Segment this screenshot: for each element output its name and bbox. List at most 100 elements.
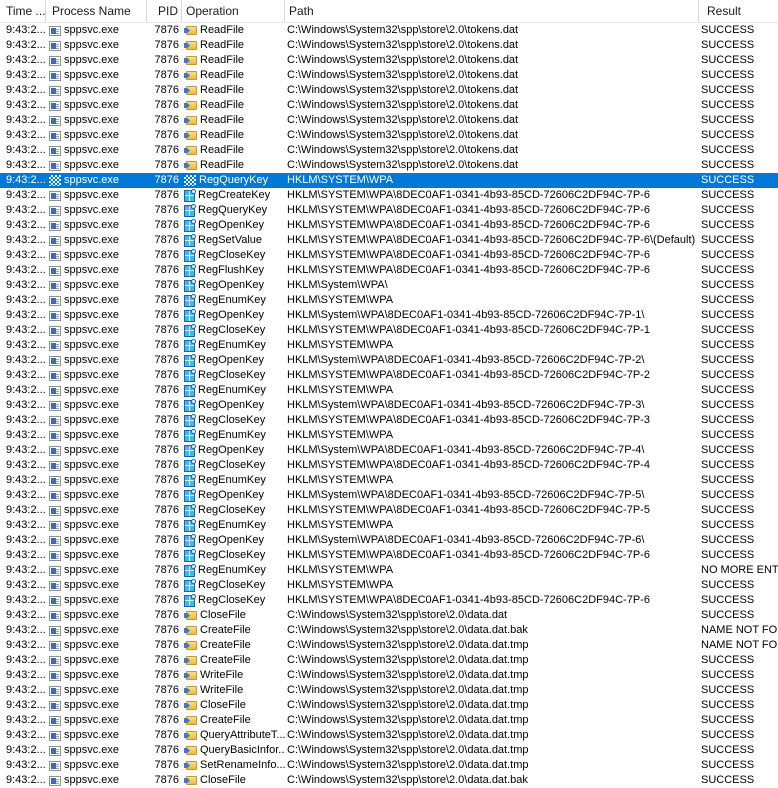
event-row[interactable]: 9:43:2... sppsvc.exe 7876 WriteFile C:\W… xyxy=(0,668,778,683)
event-row[interactable]: 9:43:2... sppsvc.exe 7876 RegOpenKey HKL… xyxy=(0,308,778,323)
event-row[interactable]: 9:43:2... sppsvc.exe 7876 CreateFile C:\… xyxy=(0,623,778,638)
event-row[interactable]: 9:43:2... sppsvc.exe 7876 ReadFile C:\Wi… xyxy=(0,158,778,173)
operation-cell: RegCloseKey xyxy=(182,503,285,518)
event-row[interactable]: 9:43:2... sppsvc.exe 7876 CloseFile C:\W… xyxy=(0,608,778,623)
event-row[interactable]: 9:43:2... sppsvc.exe 7876 RegCloseKey HK… xyxy=(0,323,778,338)
column-header-pid[interactable]: PID xyxy=(147,0,182,22)
event-row[interactable]: 9:43:2... sppsvc.exe 7876 RegFlushKey HK… xyxy=(0,263,778,278)
event-row[interactable]: 9:43:2... sppsvc.exe 7876 CloseFile C:\W… xyxy=(0,698,778,713)
event-row[interactable]: 9:43:2... sppsvc.exe 7876 RegOpenKey HKL… xyxy=(0,533,778,548)
event-row[interactable]: 9:43:2... sppsvc.exe 7876 RegCloseKey HK… xyxy=(0,593,778,608)
event-row[interactable]: 9:43:2... sppsvc.exe 7876 RegCloseKey HK… xyxy=(0,368,778,383)
event-row[interactable]: 9:43:2... sppsvc.exe 7876 RegCloseKey HK… xyxy=(0,458,778,473)
event-row[interactable]: 9:43:2... sppsvc.exe 7876 RegEnumKey HKL… xyxy=(0,338,778,353)
event-row[interactable]: 9:43:2... sppsvc.exe 7876 RegOpenKey HKL… xyxy=(0,353,778,368)
process-cell: sppsvc.exe xyxy=(46,638,147,653)
registry-operation-icon xyxy=(184,325,195,337)
operation-cell: SetRenameInfo... xyxy=(182,758,285,773)
event-row[interactable]: 9:43:2... sppsvc.exe 7876 RegCreateKey H… xyxy=(0,188,778,203)
process-cell: sppsvc.exe xyxy=(46,98,147,113)
event-row[interactable]: 9:43:2... sppsvc.exe 7876 RegCloseKey HK… xyxy=(0,413,778,428)
registry-operation-icon xyxy=(184,490,195,502)
event-row[interactable]: 9:43:2... sppsvc.exe 7876 RegQueryKey HK… xyxy=(0,203,778,218)
event-row[interactable]: 9:43:2... sppsvc.exe 7876 ReadFile C:\Wi… xyxy=(0,53,778,68)
column-header-process-name[interactable]: Process Name xyxy=(46,0,147,22)
process-cell: sppsvc.exe xyxy=(46,218,147,233)
column-header-result[interactable]: Result xyxy=(699,0,778,22)
pid-cell: 7876 xyxy=(147,338,182,353)
operation-name: RegOpenKey xyxy=(198,398,264,413)
event-row[interactable]: 9:43:2... sppsvc.exe 7876 ReadFile C:\Wi… xyxy=(0,68,778,83)
process-icon xyxy=(49,581,61,591)
result-cell: SUCCESS xyxy=(699,128,778,143)
pid-cell: 7876 xyxy=(147,593,182,608)
event-row[interactable]: 9:43:2... sppsvc.exe 7876 RegEnumKey HKL… xyxy=(0,428,778,443)
event-row[interactable]: 9:43:2... sppsvc.exe 7876 RegEnumKey HKL… xyxy=(0,293,778,308)
path-cell: HKLM\SYSTEM\WPA\8DEC0AF1-0341-4b93-85CD-… xyxy=(285,458,699,473)
operation-cell: RegEnumKey xyxy=(182,428,285,443)
column-header-time[interactable]: Time ... xyxy=(0,0,46,22)
result-cell: SUCCESS xyxy=(699,578,778,593)
process-cell: sppsvc.exe xyxy=(46,728,147,743)
path-cell: C:\Windows\System32\spp\store\2.0\tokens… xyxy=(285,128,699,143)
event-row[interactable]: 9:43:2... sppsvc.exe 7876 WriteFile C:\W… xyxy=(0,683,778,698)
process-icon xyxy=(49,476,61,486)
event-row[interactable]: 9:43:2... sppsvc.exe 7876 ReadFile C:\Wi… xyxy=(0,128,778,143)
event-row[interactable]: 9:43:2... sppsvc.exe 7876 QueryBasicInfo… xyxy=(0,743,778,758)
event-row[interactable]: 9:43:2... sppsvc.exe 7876 CloseFile C:\W… xyxy=(0,773,778,788)
pid-cell: 7876 xyxy=(147,668,182,683)
event-row[interactable]: 9:43:2... sppsvc.exe 7876 RegSetValue HK… xyxy=(0,233,778,248)
process-name: sppsvc.exe xyxy=(64,563,119,578)
event-row[interactable]: 9:43:2... sppsvc.exe 7876 RegQueryKey HK… xyxy=(0,173,778,188)
pid-cell: 7876 xyxy=(147,293,182,308)
operation-name: RegEnumKey xyxy=(198,563,266,578)
result-cell: SUCCESS xyxy=(699,503,778,518)
event-row[interactable]: 9:43:2... sppsvc.exe 7876 RegOpenKey HKL… xyxy=(0,398,778,413)
registry-operation-icon xyxy=(184,415,195,427)
time-cell: 9:43:2... xyxy=(0,623,46,638)
event-row[interactable]: 9:43:2... sppsvc.exe 7876 RegCloseKey HK… xyxy=(0,548,778,563)
event-row[interactable]: 9:43:2... sppsvc.exe 7876 SetRenameInfo.… xyxy=(0,758,778,773)
event-row[interactable]: 9:43:2... sppsvc.exe 7876 RegOpenKey HKL… xyxy=(0,443,778,458)
result-cell: SUCCESS xyxy=(699,683,778,698)
event-row[interactable]: 9:43:2... sppsvc.exe 7876 ReadFile C:\Wi… xyxy=(0,143,778,158)
event-row[interactable]: 9:43:2... sppsvc.exe 7876 RegEnumKey HKL… xyxy=(0,518,778,533)
process-cell: sppsvc.exe xyxy=(46,68,147,83)
event-row[interactable]: 9:43:2... sppsvc.exe 7876 RegOpenKey HKL… xyxy=(0,218,778,233)
event-row[interactable]: 9:43:2... sppsvc.exe 7876 RegCloseKey HK… xyxy=(0,248,778,263)
column-header-operation[interactable]: Operation xyxy=(182,0,285,22)
event-row[interactable]: 9:43:2... sppsvc.exe 7876 RegEnumKey HKL… xyxy=(0,473,778,488)
event-row[interactable]: 9:43:2... sppsvc.exe 7876 RegCloseKey HK… xyxy=(0,503,778,518)
event-row[interactable]: 9:43:2... sppsvc.exe 7876 ReadFile C:\Wi… xyxy=(0,113,778,128)
column-header-path[interactable]: Path xyxy=(285,0,699,22)
event-row[interactable]: 9:43:2... sppsvc.exe 7876 ReadFile C:\Wi… xyxy=(0,38,778,53)
operation-name: RegEnumKey xyxy=(198,338,266,353)
path-cell: C:\Windows\System32\spp\store\2.0\data.d… xyxy=(285,773,699,788)
event-row[interactable]: 9:43:2... sppsvc.exe 7876 QueryAttribute… xyxy=(0,728,778,743)
process-cell: sppsvc.exe xyxy=(46,428,147,443)
process-name: sppsvc.exe xyxy=(64,413,119,428)
path-cell: HKLM\SYSTEM\WPA\8DEC0AF1-0341-4b93-85CD-… xyxy=(285,503,699,518)
time-cell: 9:43:2... xyxy=(0,518,46,533)
file-operation-icon xyxy=(184,115,197,126)
time-cell: 9:43:2... xyxy=(0,158,46,173)
event-row[interactable]: 9:43:2... sppsvc.exe 7876 CreateFile C:\… xyxy=(0,653,778,668)
event-row[interactable]: 9:43:2... sppsvc.exe 7876 CreateFile C:\… xyxy=(0,713,778,728)
time-cell: 9:43:2... xyxy=(0,83,46,98)
event-row[interactable]: 9:43:2... sppsvc.exe 7876 ReadFile C:\Wi… xyxy=(0,23,778,38)
file-operation-icon xyxy=(184,700,197,711)
process-icon xyxy=(49,536,61,546)
process-icon xyxy=(49,71,61,81)
pid-cell: 7876 xyxy=(147,518,182,533)
event-row[interactable]: 9:43:2... sppsvc.exe 7876 RegCloseKey HK… xyxy=(0,578,778,593)
pid-cell: 7876 xyxy=(147,758,182,773)
event-row[interactable]: 9:43:2... sppsvc.exe 7876 RegEnumKey HKL… xyxy=(0,383,778,398)
registry-operation-icon xyxy=(184,370,195,382)
event-row[interactable]: 9:43:2... sppsvc.exe 7876 ReadFile C:\Wi… xyxy=(0,98,778,113)
event-row[interactable]: 9:43:2... sppsvc.exe 7876 CreateFile C:\… xyxy=(0,638,778,653)
process-name: sppsvc.exe xyxy=(64,308,119,323)
event-row[interactable]: 9:43:2... sppsvc.exe 7876 RegOpenKey HKL… xyxy=(0,278,778,293)
event-row[interactable]: 9:43:2... sppsvc.exe 7876 RegOpenKey HKL… xyxy=(0,488,778,503)
event-row[interactable]: 9:43:2... sppsvc.exe 7876 RegEnumKey HKL… xyxy=(0,563,778,578)
event-row[interactable]: 9:43:2... sppsvc.exe 7876 ReadFile C:\Wi… xyxy=(0,83,778,98)
